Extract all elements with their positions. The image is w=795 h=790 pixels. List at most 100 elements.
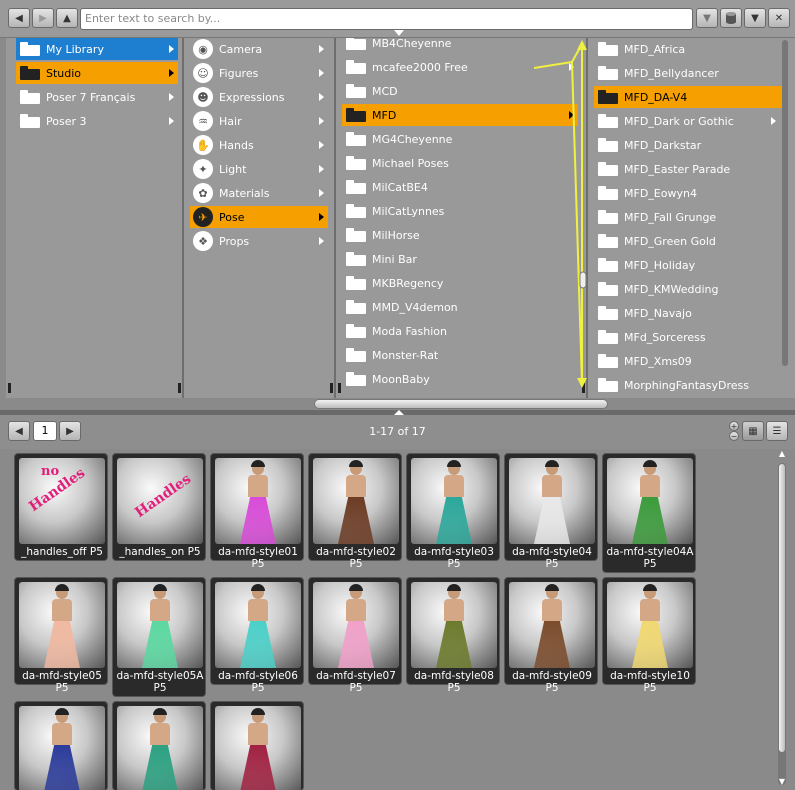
figure-shape bbox=[542, 599, 562, 621]
scroll-down-icon[interactable]: ▼ bbox=[778, 777, 786, 787]
search-input[interactable]: Enter text to search by... bbox=[80, 8, 693, 30]
thumbnail-image bbox=[117, 706, 203, 790]
figure-shape bbox=[142, 742, 178, 790]
thumbnail-image bbox=[215, 458, 301, 544]
figure-shape bbox=[338, 494, 374, 544]
up-button[interactable]: ▲ bbox=[56, 8, 78, 28]
pose-thumbnail[interactable]: da-mfd-style06 P5 bbox=[210, 577, 304, 694]
arrow-right-icon: ▶ bbox=[39, 12, 47, 24]
thumbnail-image bbox=[411, 582, 497, 668]
zoom-out-button[interactable]: − bbox=[729, 431, 739, 441]
figure-shape bbox=[643, 584, 657, 591]
figure-shape bbox=[436, 618, 472, 668]
figure-shape bbox=[251, 584, 265, 591]
thumbnail-image bbox=[117, 582, 203, 668]
pose-thumbnail[interactable]: da-mfd-style05A P5 bbox=[112, 577, 206, 697]
pose-thumbnail[interactable]: da-mfd-style09 P5 bbox=[504, 577, 598, 694]
figure-shape bbox=[640, 475, 660, 497]
figure-shape bbox=[52, 599, 72, 621]
thumbnail-label: da-mfd-style04 P5 bbox=[512, 546, 592, 570]
columns-horizontal-scrollbar[interactable] bbox=[6, 398, 795, 410]
pose-thumbnail[interactable]: no Handles _handles_off P5 bbox=[14, 453, 108, 561]
collapse-arrow-icon[interactable] bbox=[394, 30, 404, 36]
pose-thumbnail[interactable]: da-mfd-style10 P5 bbox=[602, 577, 696, 694]
scroll-up-icon[interactable]: ▲ bbox=[778, 449, 786, 459]
figure-shape bbox=[545, 584, 559, 591]
pager-bar: ◀ 1 ▶ 1-17 of 17 + − ▦ ☰ bbox=[0, 415, 795, 449]
database-button[interactable] bbox=[720, 8, 742, 28]
pose-thumbnail[interactable] bbox=[210, 701, 304, 790]
library-menu-button[interactable]: ▼ bbox=[744, 8, 766, 28]
figure-shape bbox=[240, 618, 276, 668]
grid-view-button[interactable]: ▦ bbox=[742, 421, 764, 441]
figure-shape bbox=[52, 723, 72, 745]
figure-shape bbox=[534, 618, 570, 668]
thumbnail-image bbox=[509, 582, 595, 668]
figure-shape bbox=[251, 708, 265, 715]
minus-icon: − bbox=[730, 431, 738, 441]
thumbnail-label: da-mfd-style02 P5 bbox=[316, 546, 396, 570]
figure-shape bbox=[248, 475, 268, 497]
back-button[interactable]: ◀ bbox=[8, 8, 30, 28]
figure-shape bbox=[632, 494, 668, 544]
figure-shape bbox=[545, 460, 559, 467]
pose-thumbnail[interactable]: da-mfd-style04A P5 bbox=[602, 453, 696, 573]
scrollbar-thumb[interactable] bbox=[778, 463, 786, 753]
figure-shape bbox=[346, 599, 366, 621]
thumbnail-image: Handles bbox=[117, 458, 203, 544]
thumbnail-caption: no bbox=[41, 464, 60, 479]
chevron-down-icon: ▼ bbox=[703, 12, 711, 24]
figure-shape bbox=[44, 618, 80, 668]
pose-thumbnail[interactable]: da-mfd-style04 P5 bbox=[504, 453, 598, 570]
figure-shape bbox=[240, 742, 276, 790]
thumbnail-label: da-mfd-style01 P5 bbox=[218, 546, 298, 570]
figure-shape bbox=[150, 599, 170, 621]
thumbnail-image bbox=[19, 582, 105, 668]
pose-thumbnail[interactable]: da-mfd-style08 P5 bbox=[406, 577, 500, 694]
figure-shape bbox=[55, 708, 69, 715]
pose-thumbnail[interactable]: da-mfd-style01 P5 bbox=[210, 453, 304, 570]
figure-shape bbox=[349, 460, 363, 467]
grid-icon: ▦ bbox=[748, 425, 758, 437]
thumbnail-label: _handles_off P5 bbox=[21, 546, 103, 558]
close-button[interactable]: ✕ bbox=[768, 8, 790, 28]
thumbnail-image bbox=[607, 582, 693, 668]
zoom-in-button[interactable]: + bbox=[729, 421, 739, 431]
figure-shape bbox=[447, 460, 461, 467]
thumbnail-label: da-mfd-style05A P5 bbox=[116, 670, 204, 694]
list-icon: ☰ bbox=[772, 425, 782, 437]
scrollbar-thumb[interactable] bbox=[314, 399, 608, 409]
search-dropdown-button[interactable]: ▼ bbox=[696, 8, 718, 28]
thumbnail-label: da-mfd-style03 P5 bbox=[414, 546, 494, 570]
figure-shape bbox=[55, 584, 69, 591]
figure-shape bbox=[436, 494, 472, 544]
figure-shape bbox=[240, 494, 276, 544]
chevron-down-icon: ▼ bbox=[751, 12, 759, 24]
zoom-controls: + − bbox=[729, 421, 739, 441]
list-view-button[interactable]: ☰ bbox=[766, 421, 788, 441]
figure-shape bbox=[643, 460, 657, 467]
thumbnail-image bbox=[19, 706, 105, 790]
grid-scrollbar[interactable] bbox=[778, 463, 786, 785]
pose-thumbnail[interactable]: da-mfd-style07 P5 bbox=[308, 577, 402, 694]
item-count: 1-17 of 17 bbox=[369, 425, 426, 438]
pose-thumbnail[interactable]: da-mfd-style02 P5 bbox=[308, 453, 402, 570]
thumbnail-image bbox=[313, 458, 399, 544]
pose-thumbnail[interactable] bbox=[14, 701, 108, 790]
pose-thumbnail[interactable]: da-mfd-style03 P5 bbox=[406, 453, 500, 570]
figure-shape bbox=[248, 599, 268, 621]
figure-shape bbox=[338, 618, 374, 668]
figure-shape bbox=[632, 618, 668, 668]
thumbnail-image bbox=[607, 458, 693, 544]
figure-shape bbox=[444, 599, 464, 621]
pose-thumbnail[interactable]: Handles _handles_on P5 bbox=[112, 453, 206, 561]
forward-button[interactable]: ▶ bbox=[32, 8, 54, 28]
library-browser-columns: My Library Studio Poser 7 Français Poser 3 … bbox=[6, 38, 795, 398]
thumbnail-label: da-mfd-style08 P5 bbox=[414, 670, 494, 694]
thumbnail-label: da-mfd-style07 P5 bbox=[316, 670, 396, 694]
close-icon: ✕ bbox=[774, 12, 784, 24]
database-icon bbox=[726, 12, 736, 24]
pose-thumbnail[interactable]: da-mfd-style05 P5 bbox=[14, 577, 108, 694]
pose-thumbnail[interactable] bbox=[112, 701, 206, 790]
thumbnail-image bbox=[411, 458, 497, 544]
